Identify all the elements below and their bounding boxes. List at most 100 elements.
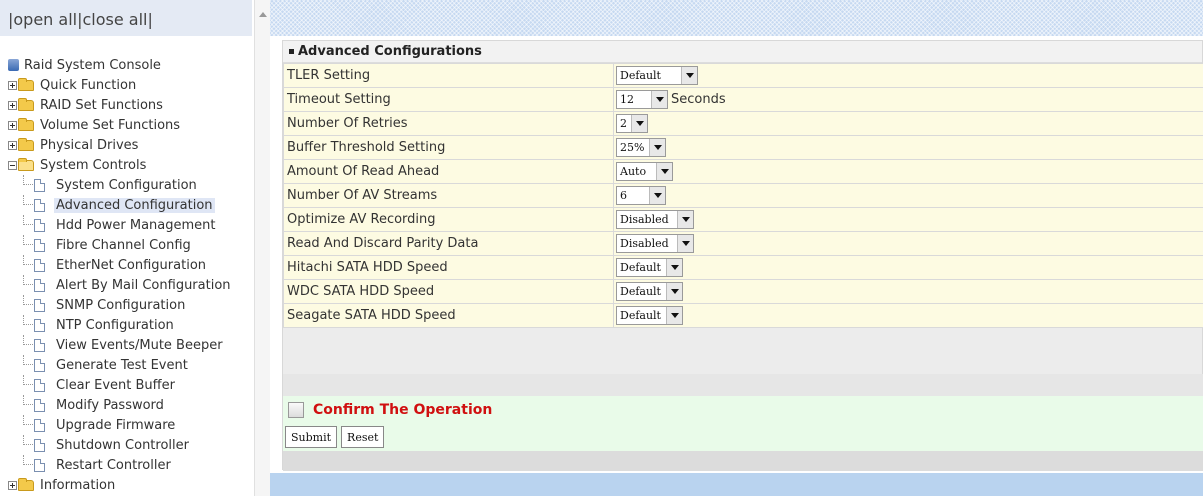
config-select-value: Default bbox=[620, 309, 661, 322]
config-row-value-cell: Disabled bbox=[613, 231, 1203, 256]
page-icon bbox=[34, 378, 45, 392]
config-select-value: Disabled bbox=[620, 213, 669, 226]
sidebar-item-label: Information bbox=[40, 477, 116, 493]
sidebar-subitem-ntp-configuration[interactable]: NTP Configuration bbox=[8, 315, 253, 335]
page-icon bbox=[34, 338, 45, 352]
config-row-label: Number Of AV Streams bbox=[283, 183, 614, 208]
sidebar-item-volume-set-functions[interactable]: Volume Set Functions bbox=[8, 115, 253, 135]
sidebar-subitem-generate-test-event[interactable]: Generate Test Event bbox=[8, 355, 253, 375]
scroll-up-arrow-icon[interactable] bbox=[259, 12, 267, 17]
config-select-value: 12 bbox=[620, 93, 634, 106]
sidebar-subitem-shutdown-controller[interactable]: Shutdown Controller bbox=[8, 435, 253, 455]
page-icon bbox=[34, 198, 45, 212]
page-icon bbox=[34, 358, 45, 372]
sidebar-subitem-clear-event-buffer[interactable]: Clear Event Buffer bbox=[8, 375, 253, 395]
folder-icon bbox=[18, 97, 34, 111]
sidebar-scrollbar[interactable] bbox=[254, 0, 270, 496]
expand-icon[interactable] bbox=[8, 480, 17, 490]
navigation-sidebar: |open all|close all| Raid System Console… bbox=[0, 0, 270, 496]
page-icon bbox=[34, 318, 45, 332]
header-band bbox=[270, 0, 1203, 36]
confirm-area: Confirm The Operation Submit Reset bbox=[283, 396, 1203, 451]
sidebar-subitem-modify-password[interactable]: Modify Password bbox=[8, 395, 253, 415]
expand-icon[interactable] bbox=[8, 140, 17, 150]
sidebar-item-information[interactable]: Information bbox=[8, 475, 253, 495]
config-row: Seagate SATA HDD Speed Default bbox=[283, 303, 1203, 328]
dropdown-arrow-icon[interactable] bbox=[681, 67, 697, 84]
config-select[interactable]: 25% bbox=[616, 138, 666, 157]
expand-icon[interactable] bbox=[8, 100, 17, 110]
config-select[interactable]: 12 bbox=[616, 90, 668, 109]
config-select[interactable]: Disabled bbox=[616, 234, 694, 253]
config-select[interactable]: Default bbox=[616, 282, 683, 301]
dropdown-arrow-icon[interactable] bbox=[666, 307, 682, 324]
submit-button[interactable]: Submit bbox=[285, 426, 338, 448]
config-select[interactable]: 2 bbox=[616, 114, 648, 133]
page-icon bbox=[34, 258, 45, 272]
config-select[interactable]: Default bbox=[616, 66, 698, 85]
sidebar-subitem-fibre-channel-config[interactable]: Fibre Channel Config bbox=[8, 235, 253, 255]
config-select[interactable]: Disabled bbox=[616, 210, 694, 229]
config-row-value-cell: Auto bbox=[613, 159, 1203, 184]
config-select[interactable]: Default bbox=[616, 258, 683, 277]
dropdown-arrow-icon[interactable] bbox=[666, 259, 682, 276]
config-row: Amount Of Read Ahead Auto bbox=[283, 159, 1203, 184]
sidebar-subitem-snmp-configuration[interactable]: SNMP Configuration bbox=[8, 295, 253, 315]
dropdown-arrow-icon[interactable] bbox=[649, 187, 665, 204]
config-select-value: Auto bbox=[620, 165, 647, 178]
sidebar-subitem-hdd-power-management[interactable]: Hdd Power Management bbox=[8, 215, 253, 235]
sidebar-subitem-system-configuration[interactable]: System Configuration bbox=[8, 175, 253, 195]
config-select-value: 2 bbox=[620, 117, 627, 130]
dropdown-arrow-icon[interactable] bbox=[649, 139, 665, 156]
reset-button[interactable]: Reset bbox=[341, 426, 385, 448]
sidebar-subitem-view-events[interactable]: View Events/Mute Beeper bbox=[8, 335, 253, 355]
dropdown-arrow-icon[interactable] bbox=[656, 163, 672, 180]
open-close-links: |open all|close all| bbox=[8, 10, 153, 29]
config-select-value: 25% bbox=[620, 141, 645, 154]
expand-icon[interactable] bbox=[8, 80, 17, 90]
config-row-label: Timeout Setting bbox=[283, 87, 614, 112]
page-icon bbox=[34, 218, 45, 232]
section-title-text: Advanced Configurations bbox=[298, 44, 482, 59]
sidebar-subitem-upgrade-firmware[interactable]: Upgrade Firmware bbox=[8, 415, 253, 435]
form-buttons: Submit Reset bbox=[285, 426, 385, 448]
sidebar-item-raid-set-functions[interactable]: RAID Set Functions bbox=[8, 95, 253, 115]
close-all-link[interactable]: |close all| bbox=[77, 10, 153, 29]
dropdown-arrow-icon[interactable] bbox=[677, 211, 693, 228]
sidebar-subitem-restart-controller[interactable]: Restart Controller bbox=[8, 455, 253, 475]
config-row: Number Of AV Streams 6 bbox=[283, 183, 1203, 208]
sidebar-subitem-advanced-configuration[interactable]: Advanced Configuration bbox=[8, 195, 253, 215]
tree-root-label: Raid System Console bbox=[24, 57, 161, 73]
sidebar-item-system-controls[interactable]: System Controls bbox=[8, 155, 253, 175]
open-all-link[interactable]: |open all bbox=[8, 10, 77, 29]
config-select[interactable]: Default bbox=[616, 306, 683, 325]
config-row-value-cell: Default bbox=[613, 303, 1203, 328]
sidebar-subitem-ethernet-configuration[interactable]: EtherNet Configuration bbox=[8, 255, 253, 275]
spacer-row bbox=[283, 374, 1203, 396]
config-row: TLER Setting Default bbox=[283, 63, 1203, 88]
bullet-icon bbox=[289, 49, 294, 54]
page-icon bbox=[34, 178, 45, 192]
sidebar-item-label: Quick Function bbox=[40, 77, 137, 93]
expand-icon[interactable] bbox=[8, 120, 17, 130]
sidebar-subitem-alert-by-mail-configuration[interactable]: Alert By Mail Configuration bbox=[8, 275, 253, 295]
config-select-value: Default bbox=[620, 261, 661, 274]
sidebar-item-quick-function[interactable]: Quick Function bbox=[8, 75, 253, 95]
config-row: Buffer Threshold Setting 25% bbox=[283, 135, 1203, 160]
bottom-band bbox=[283, 451, 1203, 471]
folder-icon bbox=[18, 477, 34, 491]
config-select[interactable]: Auto bbox=[616, 162, 673, 181]
dropdown-arrow-icon[interactable] bbox=[666, 283, 682, 300]
dropdown-arrow-icon[interactable] bbox=[631, 115, 647, 132]
confirm-label: Confirm The Operation bbox=[313, 402, 493, 418]
config-row-value-cell: 12 Seconds bbox=[613, 87, 1203, 112]
tree-root[interactable]: Raid System Console bbox=[8, 55, 253, 75]
config-select[interactable]: 6 bbox=[616, 186, 666, 205]
config-select-value: 6 bbox=[620, 189, 627, 202]
sidebar-item-physical-drives[interactable]: Physical Drives bbox=[8, 135, 253, 155]
dropdown-arrow-icon[interactable] bbox=[677, 235, 693, 252]
page-icon bbox=[34, 238, 45, 252]
dropdown-arrow-icon[interactable] bbox=[651, 91, 667, 108]
collapse-icon[interactable] bbox=[8, 160, 17, 170]
confirm-checkbox[interactable] bbox=[288, 402, 304, 418]
